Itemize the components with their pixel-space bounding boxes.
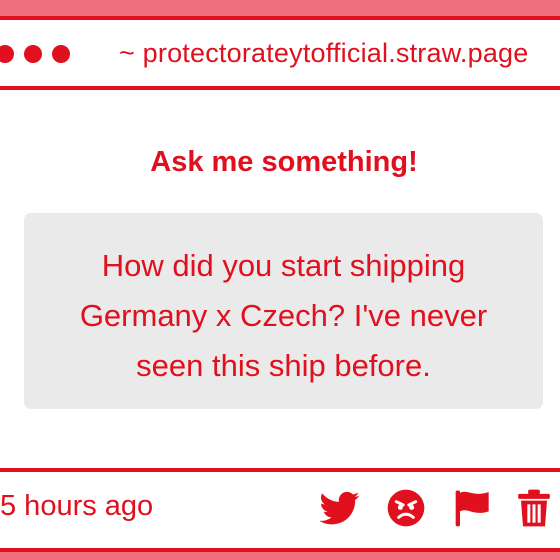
trash-icon[interactable] — [514, 488, 554, 528]
timestamp: 5 hours ago — [0, 490, 154, 522]
window-dot-3[interactable] — [52, 45, 70, 63]
twitter-icon[interactable] — [320, 488, 360, 528]
window-dot-1[interactable] — [0, 45, 14, 63]
angry-face-icon[interactable] — [386, 488, 426, 528]
flag-icon[interactable] — [452, 488, 492, 528]
browser-bar: ~ protectorateytofficial.straw.page — [0, 20, 560, 90]
question-text: How did you start shipping Germany x Cze… — [79, 248, 488, 383]
question-card: How did you start shipping Germany x Cze… — [24, 213, 543, 409]
address-url[interactable]: ~ protectorateytofficial.straw.page — [119, 38, 528, 69]
window-dot-2[interactable] — [24, 45, 42, 63]
post-footer: 5 hours ago — [0, 468, 560, 548]
page-title: Ask me something! — [150, 146, 418, 178]
window-frame: ~ protectorateytofficial.straw.page Ask … — [0, 16, 560, 552]
